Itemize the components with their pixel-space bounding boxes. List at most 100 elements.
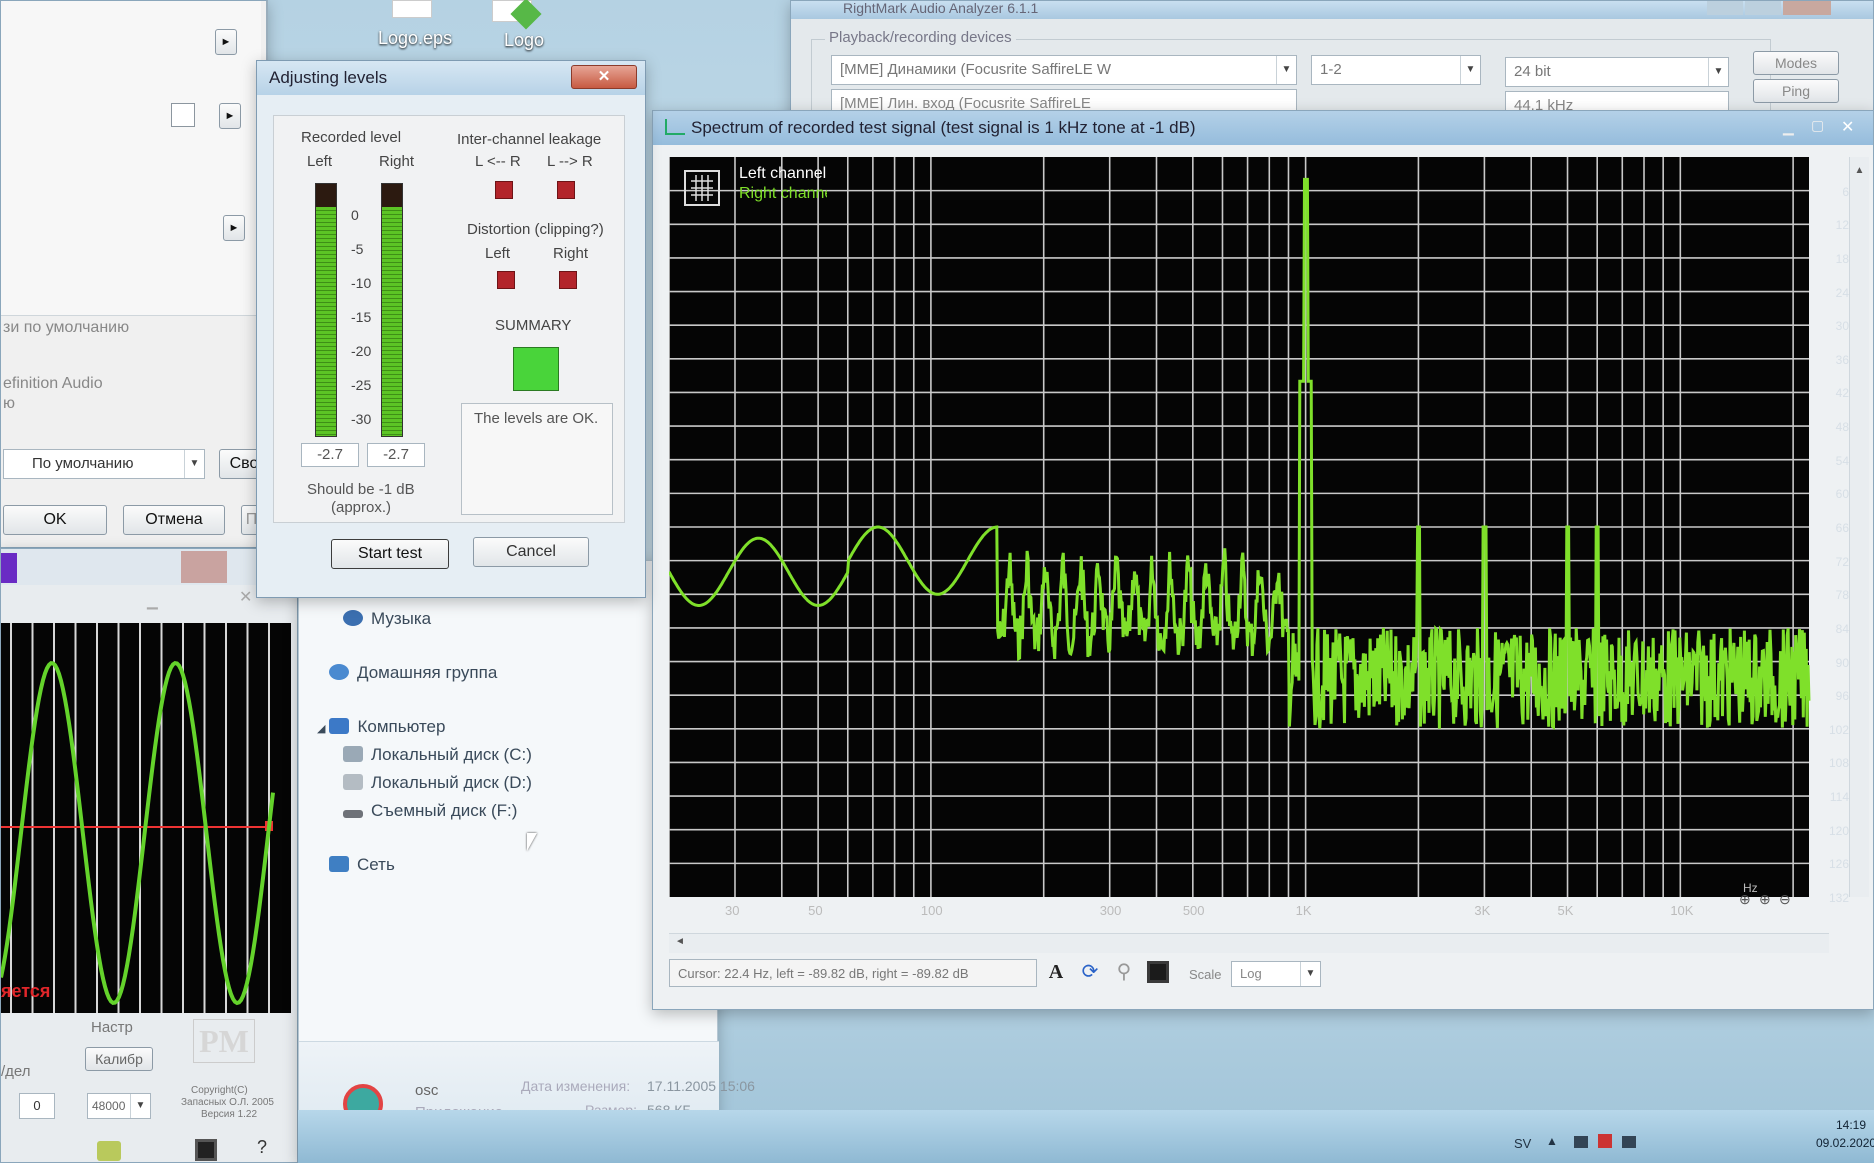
scroll-up-icon[interactable]: ▲ — [1850, 165, 1869, 176]
x-tick-label: 5K — [1557, 903, 1574, 918]
channels-combo[interactable]: 1-2 ▼ — [1311, 55, 1481, 85]
start-test-button[interactable]: Start test — [331, 539, 449, 569]
calibrate-button[interactable]: Калибр — [85, 1047, 153, 1071]
y-tick-label: 36 — [1835, 352, 1849, 367]
zoom-out-icon[interactable]: ⊖ — [1779, 891, 1791, 908]
scroll-left-icon[interactable]: ◄ — [675, 936, 685, 947]
y-tick-label: 90 — [1835, 655, 1849, 670]
status-red-text: яется — [1, 981, 51, 1001]
language-indicator[interactable]: SV — [1514, 1136, 1531, 1151]
image-file-icon — [492, 0, 542, 30]
devices-group-label: Playback/recording devices — [825, 29, 1016, 46]
scale-combo[interactable]: Log ▼ — [1231, 961, 1321, 987]
y-tick-label: 78 — [1835, 588, 1849, 603]
left-level-value: -2.7 — [317, 446, 343, 463]
help-icon[interactable]: ? — [257, 1137, 267, 1158]
tree-item-network[interactable]: Сеть — [329, 855, 395, 875]
maximize-button[interactable]: ▢ — [1811, 117, 1833, 135]
maximize-button[interactable] — [1745, 1, 1781, 15]
cancel-button[interactable]: Cancel — [473, 537, 589, 567]
desktop-icon-logo[interactable]: Logo — [482, 0, 562, 56]
modes-button[interactable]: Modes — [1753, 51, 1839, 75]
div-label: /дел — [1, 1063, 31, 1080]
modified-label: Дата изменения: — [521, 1078, 631, 1094]
flag-tray-icon[interactable] — [1598, 1134, 1612, 1148]
chevron-down-icon: ▼ — [184, 450, 204, 478]
playback-device-combo[interactable]: [MME] Динамики (Focusrite SaffireLE W ▼ — [831, 55, 1297, 85]
tree-item-computer[interactable]: ◢ Компьютер — [317, 717, 445, 737]
tree-item-drive-f[interactable]: Съемный диск (F:) — [343, 801, 517, 821]
y-tick-label: 30 — [1835, 319, 1849, 334]
scroll-right-button[interactable]: ► — [219, 103, 241, 129]
leakage-title: Inter-channel leakage — [457, 131, 602, 148]
tree-item-homegroup[interactable]: Домашняя группа — [329, 663, 497, 683]
zoom-tool-icon[interactable]: ⚲ — [1111, 959, 1137, 985]
tree-item-music[interactable]: Музыка — [343, 609, 431, 629]
close-button[interactable]: ✕ — [571, 65, 637, 89]
chevron-down-icon: ▼ — [1276, 56, 1296, 84]
setup-label: Настр — [91, 1019, 133, 1036]
tree-item-label: Локальный диск (D:) — [371, 773, 532, 792]
zoom-fit-icon[interactable]: ⊕ — [1759, 891, 1771, 908]
chevron-down-icon: ▼ — [130, 1094, 150, 1118]
minimize-button[interactable]: ▁ — [1783, 119, 1805, 135]
scale-label: Scale — [1189, 967, 1222, 982]
open-icon[interactable] — [97, 1141, 121, 1161]
y-tick-label: 132 — [1828, 891, 1849, 905]
volume-tray-icon[interactable] — [1622, 1136, 1636, 1148]
zero-field[interactable]: 0 — [19, 1093, 55, 1119]
tree-item-drive-c[interactable]: Локальный диск (C:) — [343, 745, 532, 765]
x-tick-label: 3K — [1474, 903, 1491, 918]
close-button[interactable]: ✕ — [1841, 117, 1867, 137]
vertical-scrollbar[interactable]: ▲ — [1849, 157, 1869, 897]
tray-arrow-icon[interactable]: ▲ — [1546, 1134, 1558, 1148]
horizontal-scrollbar[interactable]: ◄ — [669, 933, 1829, 953]
checkbox[interactable] — [171, 103, 195, 127]
copyright-line: Версия 1.22 — [201, 1109, 258, 1120]
ok-button[interactable]: OK — [3, 505, 107, 535]
desktop-icon-logo-eps[interactable]: Logo.eps — [366, 0, 456, 56]
y-tick-label: 54 — [1835, 453, 1849, 468]
cancel-button[interactable]: Отмена — [123, 505, 225, 535]
drive-icon — [343, 746, 363, 762]
right-level-value: -2.7 — [383, 446, 409, 463]
leak-rl-label: L --> R — [547, 153, 593, 170]
zoom-in-icon[interactable]: ⊕ — [1739, 891, 1751, 908]
tree-item-label: Сеть — [357, 855, 395, 874]
y-tick-label: 126 — [1828, 857, 1849, 872]
scroll-right-button[interactable]: ► — [215, 29, 237, 55]
x-tick-label: 50 — [808, 903, 823, 918]
scroll-right-button[interactable]: ► — [223, 215, 245, 241]
right-meter-fill — [382, 206, 402, 436]
ping-button[interactable]: Ping — [1753, 79, 1839, 103]
y-axis-labels: 6 12 18 24 30 36 42 48 54 60 66 72 78 84 90 96 102 108 114… — [1809, 157, 1849, 917]
clock-date[interactable]: 09.02.2020 — [1816, 1136, 1874, 1150]
y-tick-label: 120 — [1828, 823, 1849, 838]
text-tool-icon[interactable]: A — [1043, 959, 1069, 985]
rate-value: 48000 — [92, 1099, 126, 1113]
clock-time[interactable]: 14:19 — [1836, 1118, 1866, 1132]
network-tray-icon[interactable] — [1574, 1136, 1588, 1148]
left-level-field: -2.7 — [301, 443, 359, 467]
rate-combo[interactable]: 48000 ▼ — [87, 1093, 151, 1119]
meter-scale-label: -30 — [351, 411, 372, 427]
minimize-button[interactable] — [1707, 1, 1743, 15]
meter-scale-label: -20 — [351, 343, 372, 359]
distortion-title: Distortion (clipping?) — [467, 221, 604, 238]
default-device-text: зи по умолчанию — [3, 319, 130, 336]
refresh-icon[interactable]: ⟳ — [1077, 959, 1103, 985]
y-tick-label: 24 — [1835, 285, 1849, 300]
summary-message: The levels are OK. — [474, 410, 599, 427]
tree-item-drive-d[interactable]: Локальный диск (D:) — [343, 773, 532, 793]
expand-arrow-icon: ◢ — [317, 723, 326, 735]
bits-combo[interactable]: 24 bit ▼ — [1505, 57, 1729, 87]
oscilloscope-window: ▁ ✕ яется Настр Калибр /дел 0 48000 ▼ PM… — [0, 548, 298, 1163]
spectrum-app-icon — [665, 119, 685, 135]
default-combo[interactable]: По умолчанию ▼ — [3, 449, 205, 479]
minimize-button[interactable]: ▁ — [147, 593, 167, 609]
oscilloscope-plot — [1, 623, 291, 1013]
save-icon[interactable] — [1145, 959, 1171, 985]
meter-scale-label: 0 — [351, 207, 359, 223]
save-icon[interactable] — [195, 1139, 217, 1161]
close-button[interactable] — [1783, 1, 1831, 15]
